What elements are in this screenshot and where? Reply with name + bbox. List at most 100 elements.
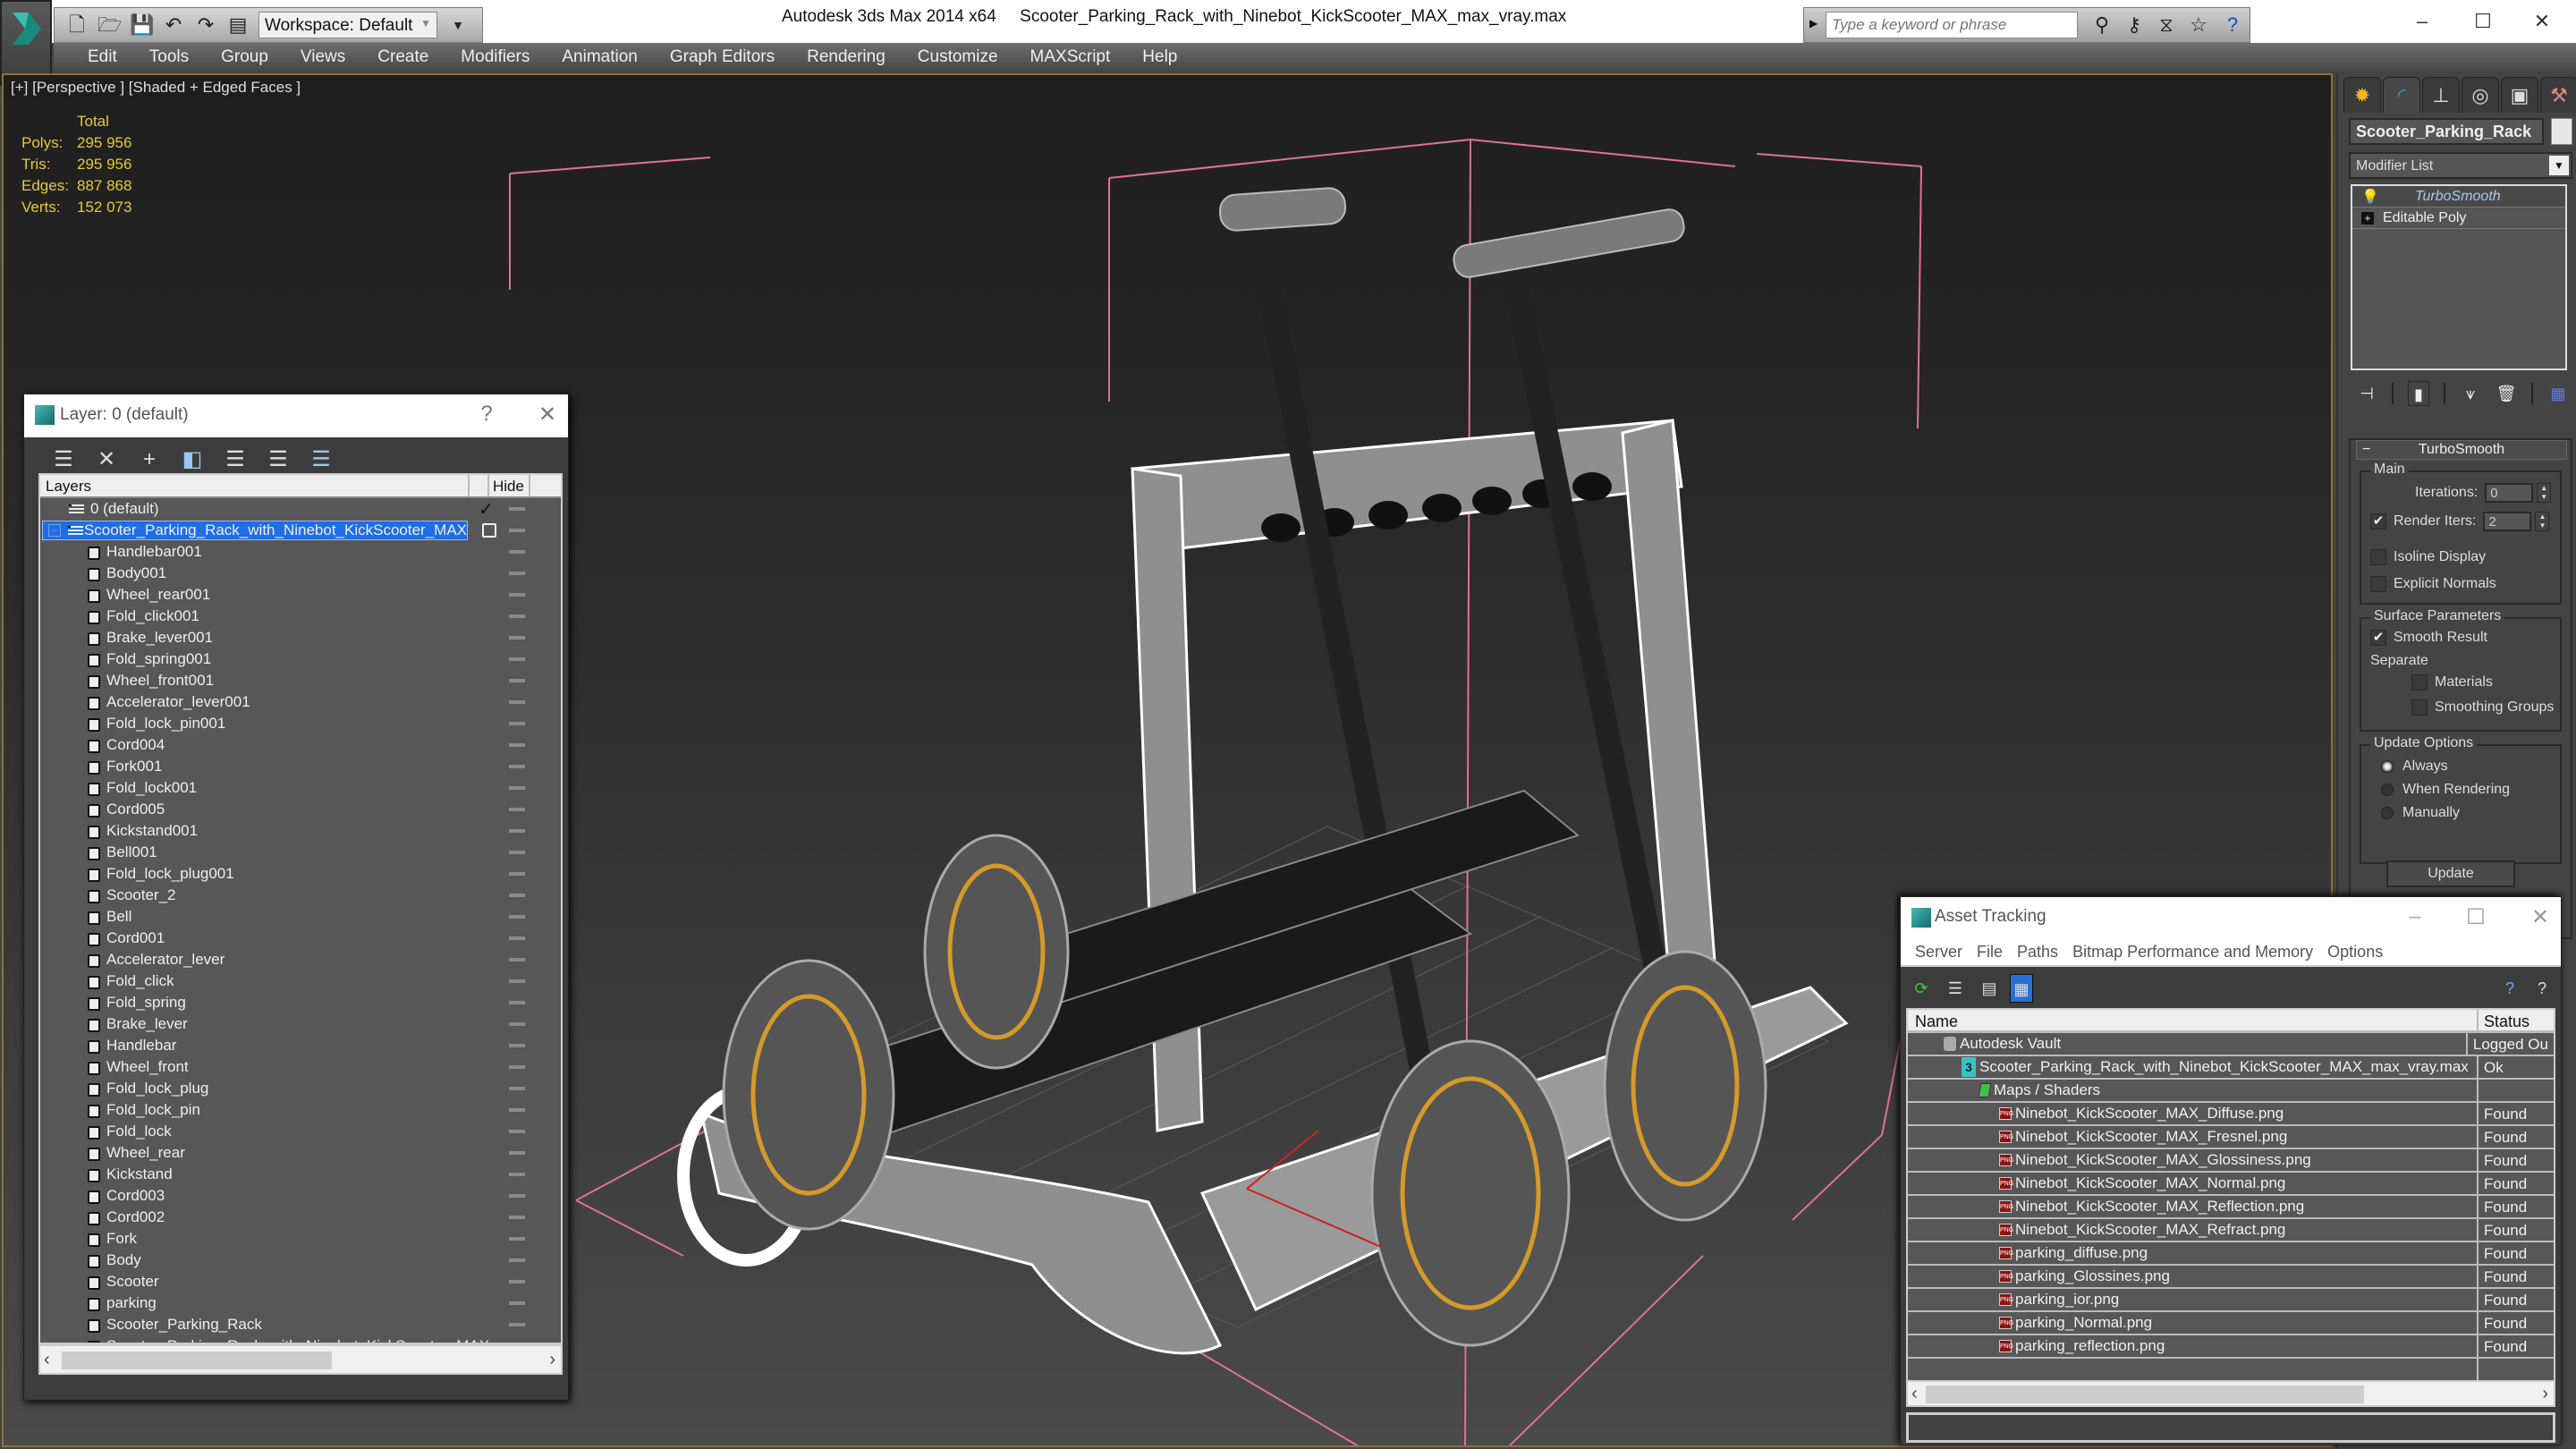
viewport-label[interactable]: [+] [Perspective ] [Shaded + Edged Faces…: [11, 79, 301, 97]
layer-object-row[interactable]: Accelerator_lever001: [40, 691, 561, 713]
radio-when-rendering[interactable]: When Rendering: [2381, 782, 2510, 798]
isoline-checkbox[interactable]: [2370, 549, 2386, 565]
layer-object-row[interactable]: Brake_lever001: [40, 627, 561, 648]
hide-toggle[interactable]: [509, 700, 525, 704]
redo-icon[interactable]: ↷: [194, 13, 217, 37]
hide-freeze-icon[interactable]: ☰: [307, 445, 335, 474]
hide-toggle[interactable]: [509, 1044, 525, 1047]
status-column-header[interactable]: Status: [2479, 1010, 2535, 1030]
hide-toggle[interactable]: [509, 872, 525, 876]
scroll-right-icon[interactable]: ›: [2542, 1384, 2548, 1404]
layer-object-row[interactable]: Cord005: [40, 799, 561, 820]
layer-object-row[interactable]: Scooter_Parking_Rack_with_Ninebot_KickSc…: [40, 1335, 561, 1343]
menu-tools[interactable]: Tools: [133, 43, 205, 72]
layer-object-row[interactable]: Wheel_rear: [40, 1142, 561, 1164]
layer-object-row[interactable]: Cord002: [40, 1207, 561, 1228]
scrollbar-thumb[interactable]: [1926, 1385, 2364, 1403]
layer-object-row[interactable]: Fold_spring: [40, 992, 561, 1013]
hide-toggle[interactable]: [509, 679, 525, 682]
asset-row[interactable]: PNG Ninebot_KickScooter_MAX_Glossiness.pn…: [1908, 1149, 2554, 1173]
help-icon[interactable]: ?: [2221, 13, 2244, 37]
menu-modifiers[interactable]: Modifiers: [445, 43, 546, 72]
layer-object-row[interactable]: Handlebar001: [40, 541, 561, 563]
make-unique-icon[interactable]: ⩛: [2460, 381, 2481, 406]
explicit-normals-checkbox[interactable]: [2370, 576, 2386, 592]
hide-toggle[interactable]: [509, 851, 525, 854]
layer-object-row[interactable]: Body: [40, 1250, 561, 1271]
iterations-input[interactable]: 0: [2485, 483, 2534, 503]
tab-hierarchy[interactable]: ⊥: [2422, 77, 2460, 113]
workspace-dropdown[interactable]: Workspace: Default ▼: [258, 12, 437, 38]
layer-row-default[interactable]: 0 (default) ✓: [40, 498, 561, 520]
maximize-button[interactable]: ☐: [2465, 5, 2501, 38]
asset-row[interactable]: PNG parking_Normal.png Found: [1908, 1312, 2554, 1335]
layers-column-header[interactable]: Layers: [40, 475, 470, 496]
tab-utilities[interactable]: ⚒: [2540, 77, 2576, 113]
tab-create[interactable]: ✹: [2343, 77, 2381, 113]
asset-row[interactable]: PNG parking_ior.png Found: [1908, 1289, 2554, 1312]
modifier-list-dropdown[interactable]: Modifier List ▼: [2349, 152, 2572, 179]
menu-file[interactable]: File: [1970, 943, 2010, 962]
layer-object-row[interactable]: Fold_lock_plug: [40, 1078, 561, 1099]
customize-toolbar-icon[interactable]: ▼: [446, 13, 470, 37]
delete-icon[interactable]: ✕: [92, 445, 121, 474]
hide-toggle[interactable]: [509, 894, 525, 897]
asset-row[interactable]: PNG Ninebot_KickScooter_MAX_Reflection.pn…: [1908, 1196, 2554, 1219]
layer-object-row[interactable]: parking: [40, 1292, 561, 1314]
layer-object-row[interactable]: Scooter: [40, 1271, 561, 1292]
expand-plus-icon[interactable]: +: [2361, 211, 2374, 225]
select-objects-icon[interactable]: ◧: [178, 445, 207, 474]
layer-object-row[interactable]: Accelerator_lever: [40, 949, 561, 970]
hide-toggle[interactable]: [509, 1280, 525, 1284]
pin-stack-icon[interactable]: ⊣: [2356, 381, 2377, 406]
layer-object-row[interactable]: Fold_spring001: [40, 648, 561, 670]
menu-paths[interactable]: Paths: [2010, 943, 2065, 962]
scroll-right-icon[interactable]: ›: [549, 1350, 555, 1370]
hide-toggle[interactable]: [509, 1194, 525, 1198]
current-column-header[interactable]: [470, 475, 489, 496]
layer-object-row[interactable]: Scooter_2: [40, 885, 561, 906]
hide-toggle[interactable]: [509, 507, 525, 511]
project-folder-icon[interactable]: ▤: [226, 13, 250, 37]
asset-row[interactable]: 3 Scooter_Parking_Rack_with_Ninebot_KickS…: [1908, 1056, 2554, 1080]
layer-object-row[interactable]: Wheel_rear001: [40, 584, 561, 606]
layer-object-row[interactable]: Fork001: [40, 756, 561, 777]
layer-horizontal-scrollbar[interactable]: ‹ ›: [38, 1344, 563, 1375]
menu-options[interactable]: Options: [2320, 943, 2390, 962]
layer-object-row[interactable]: Handlebar: [40, 1035, 561, 1056]
hide-toggle[interactable]: [509, 614, 525, 618]
help-icon[interactable]: ?: [2530, 974, 2554, 1003]
smooth-result-checkbox[interactable]: ✔: [2370, 630, 2386, 646]
hide-toggle[interactable]: [509, 529, 525, 532]
search-input[interactable]: [1826, 12, 2078, 38]
menu-maxscript[interactable]: MAXScript: [1014, 43, 1127, 72]
tab-modify[interactable]: ◜: [2383, 77, 2420, 113]
menu-rendering[interactable]: Rendering: [791, 43, 902, 72]
undo-icon[interactable]: ↶: [162, 13, 185, 37]
minimize-icon[interactable]: –: [2402, 904, 2428, 929]
radio-button[interactable]: [2381, 784, 2394, 796]
menu-edit[interactable]: Edit: [72, 43, 133, 72]
hide-toggle[interactable]: [509, 572, 525, 575]
layer-object-row[interactable]: Cord003: [40, 1185, 561, 1207]
hide-toggle[interactable]: [509, 1301, 525, 1305]
layer-object-row[interactable]: Bell001: [40, 842, 561, 863]
thumbnail-view-icon[interactable]: ▤: [1978, 974, 2001, 1003]
remove-modifier-icon[interactable]: 🗑: [2496, 381, 2517, 406]
asset-row[interactable]: PNG Ninebot_KickScooter_MAX_Fresnel.png Fo…: [1908, 1126, 2554, 1149]
new-file-icon[interactable]: 🗋: [65, 13, 89, 37]
current-layer-checkmark-icon[interactable]: ✓: [479, 498, 494, 521]
scroll-left-icon[interactable]: ‹: [1911, 1384, 1918, 1404]
select-layer-icon[interactable]: ☰: [221, 445, 250, 474]
close-button[interactable]: ✕: [2524, 5, 2560, 38]
hide-toggle[interactable]: [509, 1065, 525, 1069]
asset-row[interactable]: PNG Ninebot_KickScooter_MAX_Normal.png Fou…: [1908, 1173, 2554, 1196]
layer-object-row[interactable]: Wheel_front: [40, 1056, 561, 1078]
render-iters-spinner[interactable]: ▲ ▼: [2535, 512, 2550, 531]
layer-object-row[interactable]: Fold_click001: [40, 606, 561, 627]
highlight-layer-icon[interactable]: ☰: [264, 445, 292, 474]
render-iters-input[interactable]: 2: [2483, 512, 2532, 531]
hide-toggle[interactable]: [509, 1001, 525, 1004]
name-column-header[interactable]: Name: [1908, 1010, 2479, 1030]
hide-toggle[interactable]: [509, 958, 525, 962]
